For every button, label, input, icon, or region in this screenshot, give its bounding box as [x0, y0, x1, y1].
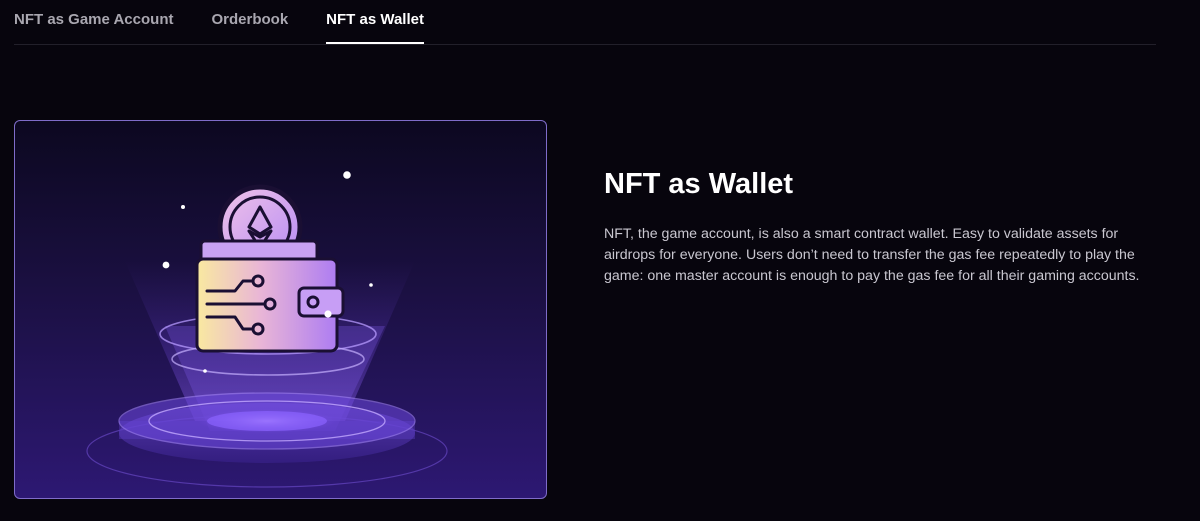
tab-orderbook[interactable]: Orderbook: [211, 0, 288, 43]
feature-title: NFT as Wallet: [604, 168, 794, 200]
page: NFT as Game Account Orderbook NFT as Wal…: [0, 0, 1200, 521]
wallet-illustration: [86, 171, 448, 488]
tab-nft-as-game-account[interactable]: NFT as Game Account: [14, 0, 173, 43]
feature-content: NFT as Wallet NFT, the game account, is …: [604, 166, 1164, 287]
tab-bar: NFT as Game Account Orderbook NFT as Wal…: [14, 0, 1156, 45]
tab-nft-as-wallet[interactable]: NFT as Wallet: [326, 0, 424, 44]
feature-description: NFT, the game account, is also a smart c…: [604, 226, 1140, 284]
illustration-card: [14, 120, 547, 499]
pedestal-rings: [86, 392, 448, 488]
